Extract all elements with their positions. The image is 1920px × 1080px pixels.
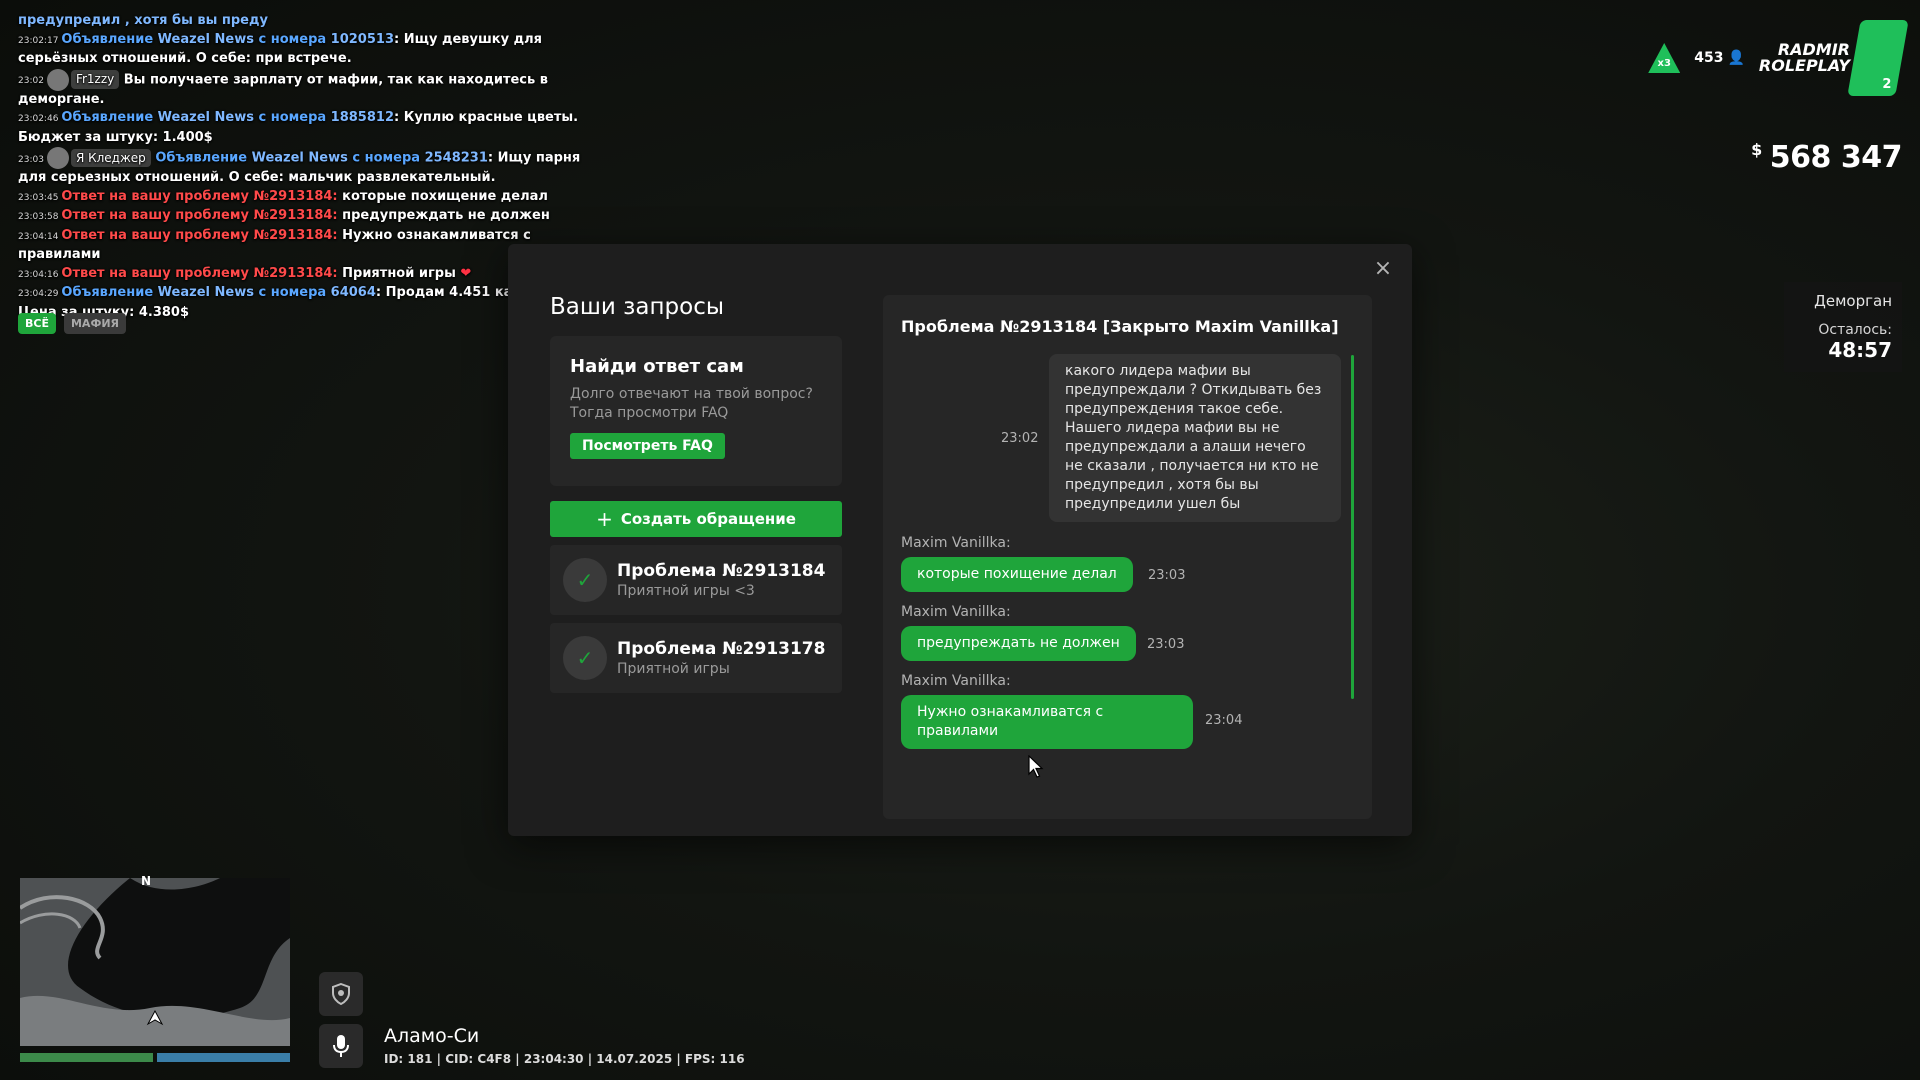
- message-time: 23:02: [1001, 431, 1039, 446]
- logo-mark-icon: 2: [1847, 20, 1909, 96]
- chat-line: 23:03:58 Ответ на вашу проблему №2913184:…: [18, 208, 550, 223]
- player-tag: Fr1zzy: [70, 70, 120, 89]
- minimap[interactable]: [20, 878, 290, 1046]
- microphone-icon: [333, 1035, 349, 1057]
- chat-timestamp: 23:03:58: [18, 212, 59, 222]
- chat-tabs: ВСЁ МАФИЯ: [18, 313, 127, 334]
- chat-timestamp: 23:04:29: [18, 289, 59, 299]
- chat-timestamp: 23:04:14: [18, 231, 59, 242]
- chat-line: 23:02 Fr1zzy Вы получаете зарплату от маф…: [18, 68, 598, 110]
- check-icon: ✓: [563, 558, 607, 602]
- chat-timestamp: 23:04:16: [18, 269, 59, 280]
- requests-modal: × Ваши запросы Найди ответ сам Долго отв…: [508, 244, 1412, 836]
- north-indicator: N: [141, 874, 152, 888]
- admin-reply: Нужно ознакамливатся с правилами: [901, 695, 1193, 749]
- ticket-title: Проблема №2913184 [Закрыто Maxim Vanillk…: [901, 317, 1339, 336]
- chat-line: предупредил , хотя бы вы преду: [18, 13, 268, 28]
- server-info: ID: 181 | CID: C4F8 | 23:04:30 | 14.07.2…: [384, 1052, 745, 1066]
- chat-timestamp: 23:02:17: [18, 35, 59, 46]
- reply-author: Maxim Vanillka:: [901, 673, 1011, 689]
- reply-author: Maxim Vanillka:: [901, 604, 1011, 620]
- close-icon[interactable]: ×: [1372, 258, 1394, 280]
- chat-tab-mafia[interactable]: МАФИЯ: [63, 313, 127, 334]
- armor-bar: [157, 1053, 290, 1062]
- message-time: 23:04: [1205, 713, 1243, 728]
- minimap-terrain: [20, 878, 290, 1046]
- message-time: 23:03: [1148, 568, 1186, 583]
- modal-title: Ваши запросы: [550, 294, 725, 320]
- create-request-button[interactable]: + Создать обращение: [550, 501, 842, 537]
- microphone-button[interactable]: [319, 1024, 363, 1068]
- triangle-icon: x3: [1648, 43, 1681, 73]
- check-icon: ✓: [563, 636, 607, 680]
- chat-tab-all[interactable]: ВСЁ: [18, 313, 56, 334]
- admin-reply: предупреждать не должен: [901, 626, 1136, 661]
- avatar: [46, 147, 69, 169]
- player-tag: Я Кледжер: [70, 148, 151, 167]
- chat-timestamp: 23:03:45: [18, 192, 59, 203]
- faq-card: Найди ответ сам Долго отвечают на твой в…: [550, 336, 842, 486]
- plus-icon: +: [596, 507, 613, 531]
- request-item[interactable]: ✓ Проблема №2913178 Приятной игры: [550, 623, 842, 693]
- shield-button[interactable]: [319, 972, 363, 1016]
- demorgan-timer: Деморган Осталось: 48:57: [1784, 282, 1902, 372]
- mouse-cursor-icon: [1028, 755, 1044, 778]
- chat-timestamp: 23:02:46: [18, 114, 59, 124]
- hud-top: x3 453 👤 RADMIR ROLEPLAY 2: [1648, 20, 1909, 96]
- admin-reply: которые похищение делал: [901, 557, 1133, 592]
- view-faq-button[interactable]: Посмотреть FAQ: [570, 433, 725, 459]
- online-badge: 453 👤: [1694, 50, 1745, 66]
- request-item[interactable]: ✓ Проблема №2913184 Приятной игры <3: [550, 545, 842, 615]
- ticket-chat-panel: Проблема №2913184 [Закрыто Maxim Vanillk…: [883, 295, 1372, 819]
- scrollbar[interactable]: [1351, 355, 1354, 699]
- chat-timestamp: 23:02: [18, 76, 44, 86]
- location-name: Аламо-Си: [384, 1025, 480, 1047]
- message-time: 23:03: [1147, 637, 1185, 652]
- online-count: 453: [1694, 50, 1724, 66]
- money-display: $568 347: [1751, 140, 1902, 175]
- chat-line: 23:02:46 Объявление Weazel News с номера …: [18, 110, 579, 145]
- server-logo: RADMIR ROLEPLAY 2: [1759, 20, 1909, 96]
- chat-timestamp: 23:03: [18, 154, 44, 165]
- health-bar: [20, 1053, 153, 1062]
- chat-line: 23:02:17 Объявление Weazel News с номера …: [18, 31, 542, 67]
- avatar: [46, 68, 69, 91]
- chat-line: 23:03:45 Ответ на вашу проблему №2913184:…: [18, 188, 548, 204]
- user-message: какого лидера мафии вы предупреждали ? О…: [1049, 354, 1341, 522]
- multiplier-badge: x3: [1648, 43, 1681, 73]
- chat-line: 23:03 Я Кледжер Объявление Weazel News с …: [18, 147, 598, 188]
- shield-icon: [332, 983, 350, 1005]
- people-icon: 👤: [1727, 50, 1745, 66]
- reply-author: Maxim Vanillka:: [901, 535, 1011, 551]
